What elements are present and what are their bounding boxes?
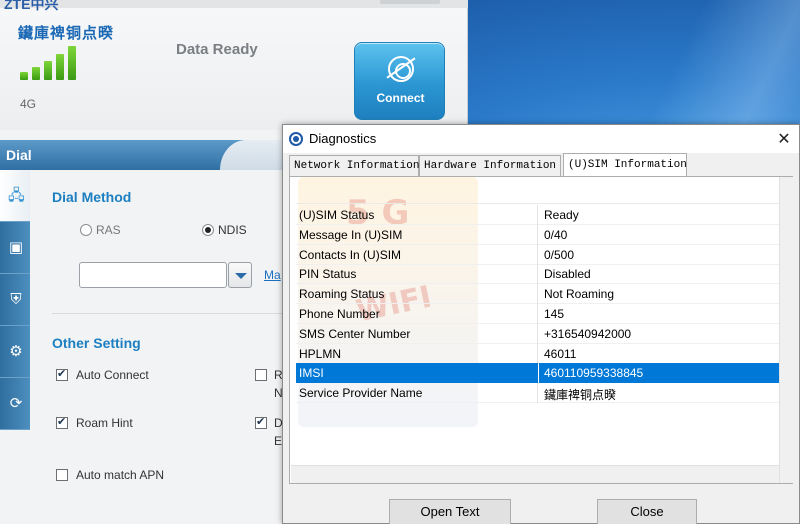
- row-key: Phone Number: [296, 304, 538, 324]
- tab-usim-information[interactable]: (U)SIM Information: [563, 153, 687, 177]
- row-key: HPLMN: [296, 343, 538, 364]
- side-tab-network[interactable]: 🖧: [0, 170, 30, 222]
- row-value: 46011: [544, 346, 577, 361]
- signal-strength-icon: [20, 44, 80, 80]
- tab-hardware-information[interactable]: Hardware Information: [419, 155, 561, 176]
- globe-refresh-icon: ⟳: [9, 394, 23, 412]
- auto-match-apn-label: Auto match APN: [76, 468, 165, 482]
- dialog-title: Diagnostics: [309, 131, 377, 146]
- table-row[interactable]: (U)SIM Status Ready: [296, 205, 780, 225]
- gear-icon: ⚙: [9, 342, 23, 360]
- close-icon[interactable]: ✕: [773, 128, 795, 150]
- right-option-2-checkbox[interactable]: [255, 415, 267, 429]
- connect-button-label: Connect: [376, 91, 425, 105]
- shield-icon: ⛨: [10, 290, 22, 308]
- diagnostics-dialog: Diagnostics ✕ Network Information Hardwa…: [282, 124, 800, 524]
- other-setting-title: Other Setting: [52, 335, 141, 351]
- table-row[interactable]: Contacts In (U)SIM 0/500: [296, 244, 780, 265]
- row-key: SMS Center Number: [296, 323, 538, 344]
- auto-connect-checkbox[interactable]: [56, 367, 68, 381]
- table-row[interactable]: Roaming Status Not Roaming: [296, 284, 780, 305]
- roam-hint-label: Roam Hint: [76, 416, 133, 430]
- row-key: Message In (U)SIM: [296, 224, 538, 245]
- settings-side-tabs: 🖧 ▣ ⛨ ⚙ ⟳: [0, 170, 30, 524]
- modem-status-panel: ZTE中兴 鑶庫禆铜点暌 4G Data Ready Connect: [0, 0, 468, 130]
- tab-network-information[interactable]: Network Information: [289, 155, 419, 176]
- network-icon: 🖧: [8, 186, 25, 204]
- usim-info-panel: 5 G WIFI (U)SIM Status Ready Message In (U…: [289, 176, 793, 484]
- row-key: IMSI: [296, 363, 538, 384]
- row-key: Contacts In (U)SIM: [296, 244, 538, 265]
- apn-profile-select[interactable]: [79, 262, 227, 288]
- ras-radio[interactable]: [80, 224, 92, 236]
- window-controls-fragment: [380, 0, 440, 4]
- roam-hint-checkbox[interactable]: [56, 415, 68, 429]
- side-tab-sms[interactable]: ▣: [0, 222, 30, 274]
- auto-match-apn-checkbox[interactable]: [56, 469, 68, 481]
- right-option-1-checkbox[interactable]: [255, 369, 267, 381]
- table-row[interactable]: Phone Number 145: [296, 304, 780, 324]
- row-key: PIN Status: [296, 264, 538, 285]
- dialog-titlebar[interactable]: Diagnostics ✕: [283, 125, 799, 153]
- row-value: Disabled: [544, 267, 591, 282]
- row-value: +316540942000: [544, 326, 632, 341]
- table-row[interactable]: HPLMN 46011: [296, 343, 780, 364]
- chevron-down-icon[interactable]: [228, 262, 252, 288]
- row-key: Service Provider Name: [296, 383, 538, 404]
- row-value: 0/500: [544, 247, 575, 262]
- horizontal-scrollbar[interactable]: [291, 465, 779, 483]
- row-value: Ready: [544, 208, 579, 222]
- side-tab-security[interactable]: ⛨: [0, 274, 30, 326]
- table-row[interactable]: PIN Status Disabled: [296, 264, 780, 285]
- row-key: (U)SIM Status: [296, 205, 538, 225]
- connection-status: Data Ready: [176, 41, 258, 58]
- ras-radio-label: RAS: [96, 223, 121, 237]
- table-row[interactable]: Message In (U)SIM 0/40: [296, 224, 780, 245]
- auto-connect-label: Auto Connect: [76, 368, 149, 382]
- close-button[interactable]: Close: [597, 499, 697, 524]
- grid-top-line: [296, 203, 780, 204]
- side-tab-settings[interactable]: ⚙: [0, 326, 30, 378]
- vertical-scrollbar[interactable]: [779, 177, 793, 483]
- dial-method-title: Dial Method: [52, 189, 132, 205]
- app-icon: [289, 132, 303, 146]
- zte-logo: ZTE中兴: [4, 0, 59, 12]
- dial-header-title: Dial: [6, 147, 32, 163]
- section-divider: [52, 313, 292, 314]
- connect-button[interactable]: Connect: [354, 42, 445, 120]
- row-value: 460110959338845: [539, 363, 780, 384]
- ndis-radio-label: NDIS: [218, 223, 247, 237]
- operator-name: 鑶庫禆铜点暌: [18, 25, 115, 42]
- right-option-2-label-b: E: [274, 434, 283, 448]
- dial-settings-panel: Dial 🖧 ▣ ⛨ ⚙ ⟳ Dial Method RAS NDIS Ma O…: [0, 130, 300, 524]
- ndis-radio[interactable]: [202, 224, 214, 236]
- table-row[interactable]: Service Provider Name 鑶庫禆铜点暌: [296, 383, 780, 404]
- network-type: 4G: [20, 97, 37, 111]
- globe-icon: [388, 56, 414, 82]
- row-value: 145: [544, 307, 565, 321]
- row-value: Not Roaming: [544, 287, 615, 302]
- row-key: Roaming Status: [296, 284, 538, 305]
- table-row[interactable]: IMSI 460110959338845: [296, 363, 780, 384]
- row-value: 0/40: [544, 227, 568, 242]
- monitor-icon: ▣: [8, 238, 24, 256]
- side-tab-update[interactable]: ⟳: [0, 378, 30, 430]
- dial-header: Dial: [0, 140, 300, 170]
- row-value: 鑶庫禆铜点暌: [544, 388, 617, 403]
- manage-link[interactable]: Ma: [264, 268, 281, 282]
- open-text-button[interactable]: Open Text: [389, 499, 511, 524]
- table-row[interactable]: SMS Center Number +316540942000: [296, 323, 780, 344]
